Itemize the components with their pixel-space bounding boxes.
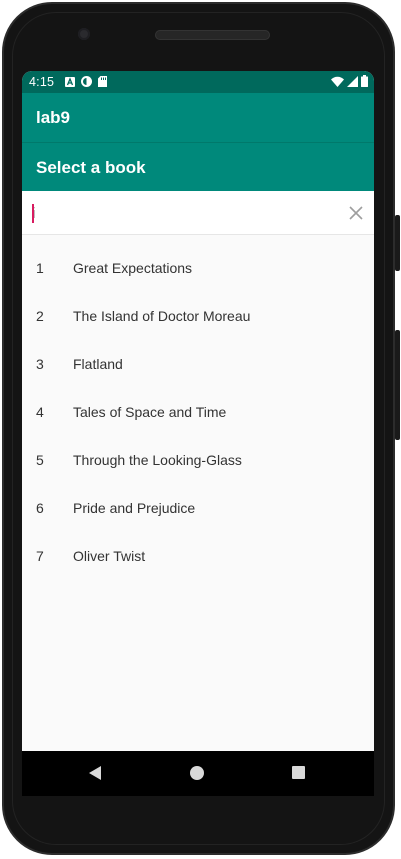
status-time: 4:15 <box>29 75 55 89</box>
book-title: Oliver Twist <box>73 548 146 564</box>
close-icon[interactable] <box>346 203 366 223</box>
book-number: 7 <box>36 548 44 564</box>
dialog-header: Select a book <box>22 142 374 191</box>
back-icon[interactable] <box>88 765 102 781</box>
list-item[interactable]: 3 Flatland <box>22 335 374 383</box>
list-item[interactable]: 1 Great Expectations <box>22 239 374 287</box>
sync-icon <box>81 76 92 87</box>
app-bar: lab9 <box>22 93 374 142</box>
book-number: 2 <box>36 308 44 324</box>
cell-signal-icon <box>347 75 358 87</box>
home-icon[interactable] <box>190 766 204 780</box>
list-item[interactable]: 4 Tales of Space and Time <box>22 383 374 431</box>
book-number: 4 <box>36 404 44 420</box>
sd-card-icon <box>98 76 107 87</box>
volume-button <box>395 330 400 440</box>
book-number: 1 <box>36 260 44 276</box>
book-title: Great Expectations <box>73 260 193 276</box>
book-title: Flatland <box>73 356 123 372</box>
book-list: 1 Great Expectations 2 The Island of Doc… <box>22 239 374 575</box>
book-title: Tales of Space and Time <box>73 404 227 420</box>
phone-frame: 4:15 lab9 Select a book i 1 Great Expect… <box>0 0 401 859</box>
notification-a-icon <box>65 76 75 87</box>
battery-icon <box>361 75 368 87</box>
status-system-icons <box>331 75 368 87</box>
list-item[interactable]: 5 Through the Looking-Glass <box>22 431 374 479</box>
status-bar: 4:15 <box>22 71 374 93</box>
search-bar <box>22 191 374 235</box>
book-number: 3 <box>36 356 44 372</box>
list-item[interactable]: 6 Pride and Prejudice <box>22 479 374 527</box>
book-number: 6 <box>36 500 44 516</box>
power-button <box>395 215 400 271</box>
earpiece-speaker <box>155 30 270 40</box>
status-notification-icons <box>65 76 107 87</box>
book-title: Pride and Prejudice <box>73 500 196 516</box>
list-item[interactable]: 2 The Island of Doctor Moreau <box>22 287 374 335</box>
list-item[interactable]: 7 Oliver Twist <box>22 527 374 575</box>
front-camera <box>78 28 90 40</box>
screen: 4:15 lab9 Select a book i 1 Great Expect… <box>22 71 374 751</box>
text-cursor <box>32 204 34 223</box>
book-number: 5 <box>36 452 44 468</box>
app-title: lab9 <box>36 108 71 127</box>
book-title: Through the Looking-Glass <box>73 452 242 468</box>
recents-icon[interactable] <box>292 766 305 779</box>
wifi-icon <box>331 76 344 87</box>
navigation-bar <box>22 751 374 796</box>
dialog-title: Select a book <box>36 158 146 177</box>
search-input[interactable] <box>28 201 332 225</box>
book-title: The Island of Doctor Moreau <box>73 308 251 324</box>
